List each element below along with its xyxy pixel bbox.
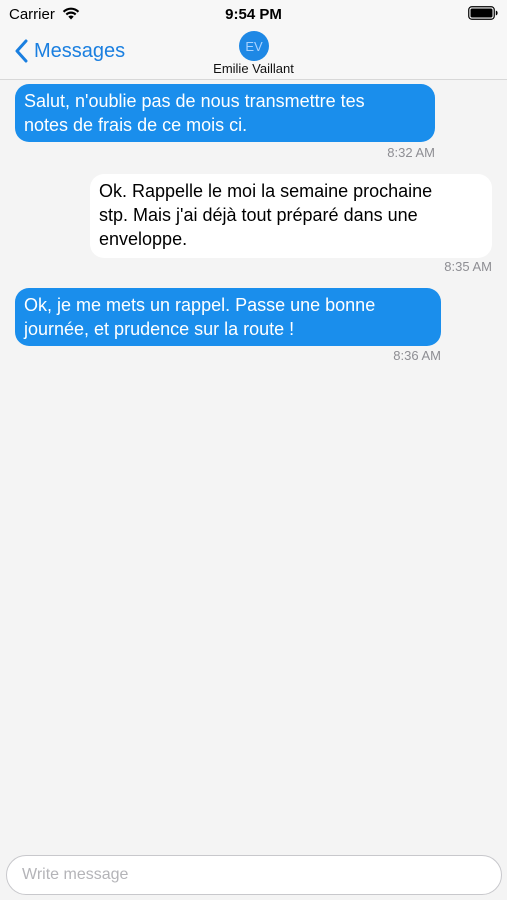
chevron-left-icon bbox=[15, 39, 28, 63]
message-line: enveloppe. bbox=[99, 229, 188, 249]
message-time: 8:35 AM bbox=[444, 259, 492, 274]
message-line: notes de frais de ce mois ci. bbox=[24, 115, 248, 135]
message-time: 8:32 AM bbox=[387, 145, 435, 160]
contact-name[interactable]: Emilie Vaillant bbox=[0, 61, 507, 76]
message-input[interactable] bbox=[6, 855, 502, 895]
message-time: 8:36 AM bbox=[393, 348, 441, 363]
composer-bar bbox=[0, 848, 507, 900]
navigation-bar: Messages EV Emilie Vaillant bbox=[0, 28, 507, 80]
message-line: Salut, n'oublie pas de nous transmettre … bbox=[24, 91, 365, 111]
status-bar: Carrier 9:54 PM bbox=[0, 0, 507, 28]
status-time: 9:54 PM bbox=[225, 6, 282, 23]
message-line: Ok, je me mets un rappel. Passe une bonn… bbox=[24, 295, 376, 315]
battery-icon bbox=[468, 6, 498, 20]
message-line: journée, et prudence sur la route ! bbox=[24, 319, 295, 339]
message-bubble-outgoing[interactable]: Ok, je me mets un rappel. Passe une bonn… bbox=[15, 288, 441, 346]
message-bubble-outgoing[interactable]: Salut, n'oublie pas de nous transmettre … bbox=[15, 84, 435, 142]
avatar[interactable]: EV bbox=[239, 31, 269, 61]
message-bubble-incoming[interactable]: Ok. Rappelle le moi la semaine prochaine… bbox=[90, 174, 492, 258]
back-label: Messages bbox=[34, 39, 126, 62]
message-line: stp. Mais j'ai déjà tout préparé dans un… bbox=[99, 205, 418, 225]
message-line: Ok. Rappelle le moi la semaine prochaine bbox=[99, 181, 433, 201]
